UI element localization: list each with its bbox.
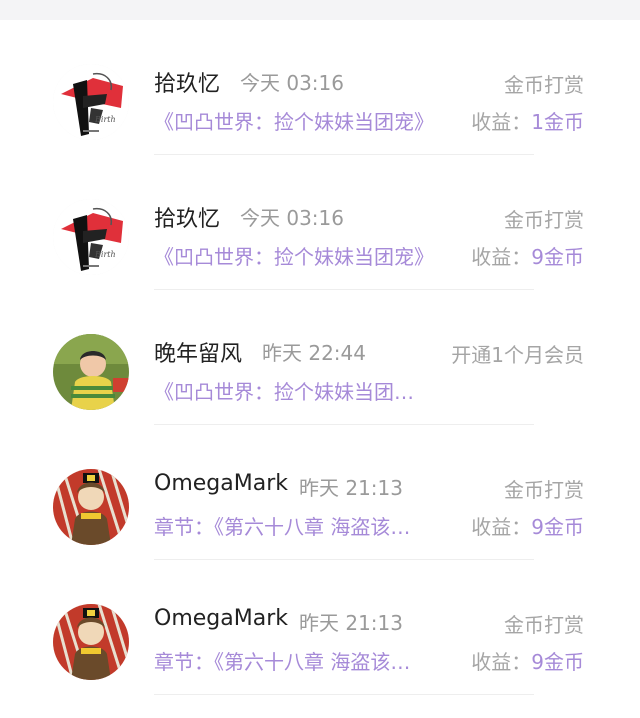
reward-type: 金币打赏 <box>504 73 584 97</box>
income-label: 收益： <box>471 245 532 269</box>
list-item[interactable]: OmegaMark 昨天 21:13 金币打赏 章节：《第六十八章 海盗该… 收… <box>0 425 640 560</box>
chapter-title-link[interactable]: 章节：《第六十八章 海盗该… <box>154 646 410 675</box>
reward-type: 金币打赏 <box>504 208 584 232</box>
user-name[interactable]: 晚年留风 <box>154 336 242 368</box>
list-item[interactable]: Birth 拾玖忆 今天 03:16 金币打赏 《凹凸世界：捡个妹妹当团宠》 收… <box>0 155 640 290</box>
avatar[interactable] <box>53 334 129 410</box>
list-item[interactable]: OmegaMark 昨天 21:13 金币打赏 章节：《第六十八章 海盗该… 收… <box>0 560 640 695</box>
user-name[interactable]: OmegaMark <box>154 606 288 631</box>
top-bar <box>0 0 640 20</box>
svg-text:Birth: Birth <box>94 250 116 259</box>
avatar[interactable] <box>53 604 129 680</box>
income-label: 收益： <box>471 110 532 134</box>
timestamp: 今天 03:16 <box>240 71 344 95</box>
income: 收益：9金币 <box>471 646 584 675</box>
reward-type: 金币打赏 <box>504 478 584 502</box>
income: 收益：9金币 <box>471 241 584 270</box>
svg-text:Birth: Birth <box>94 115 116 124</box>
divider <box>154 694 534 695</box>
timestamp: 今天 03:16 <box>240 206 344 230</box>
income-label: 收益： <box>471 515 532 539</box>
income-value: 9金币 <box>531 515 584 539</box>
avatar[interactable] <box>53 469 129 545</box>
list-item[interactable]: 晚年留风 昨天 22:44 开通1个月会员 《凹凸世界：捡个妹妹当团… <box>0 290 640 425</box>
avatar[interactable]: Birth <box>53 64 129 140</box>
list-item[interactable]: Birth 拾玖忆 今天 03:16 金币打赏 《凹凸世界：捡个妹妹当团宠》 收… <box>0 20 640 155</box>
user-name[interactable]: 拾玖忆 <box>154 66 220 98</box>
work-title-link[interactable]: 《凹凸世界：捡个妹妹当团宠》 <box>154 241 434 270</box>
timestamp: 昨天 21:13 <box>299 476 403 500</box>
income: 收益：1金币 <box>471 106 584 135</box>
work-title-link[interactable]: 《凹凸世界：捡个妹妹当团宠》 <box>154 106 434 135</box>
avatar[interactable]: Birth <box>53 199 129 275</box>
income-label: 收益： <box>471 650 532 674</box>
income-value: 9金币 <box>531 650 584 674</box>
income-value: 1金币 <box>531 110 584 134</box>
reward-type: 开通1个月会员 <box>451 343 584 367</box>
work-title-link[interactable]: 《凹凸世界：捡个妹妹当团… <box>154 376 414 405</box>
timestamp: 昨天 22:44 <box>262 341 366 365</box>
chapter-title-link[interactable]: 章节：《第六十八章 海盗该… <box>154 511 410 540</box>
reward-type: 金币打赏 <box>504 613 584 637</box>
income-value: 9金币 <box>531 245 584 269</box>
reward-record-list: Birth 拾玖忆 今天 03:16 金币打赏 《凹凸世界：捡个妹妹当团宠》 收… <box>0 20 640 695</box>
user-name[interactable]: 拾玖忆 <box>154 201 220 233</box>
user-name[interactable]: OmegaMark <box>154 471 288 496</box>
timestamp: 昨天 21:13 <box>299 611 403 635</box>
income: 收益：9金币 <box>471 511 584 540</box>
